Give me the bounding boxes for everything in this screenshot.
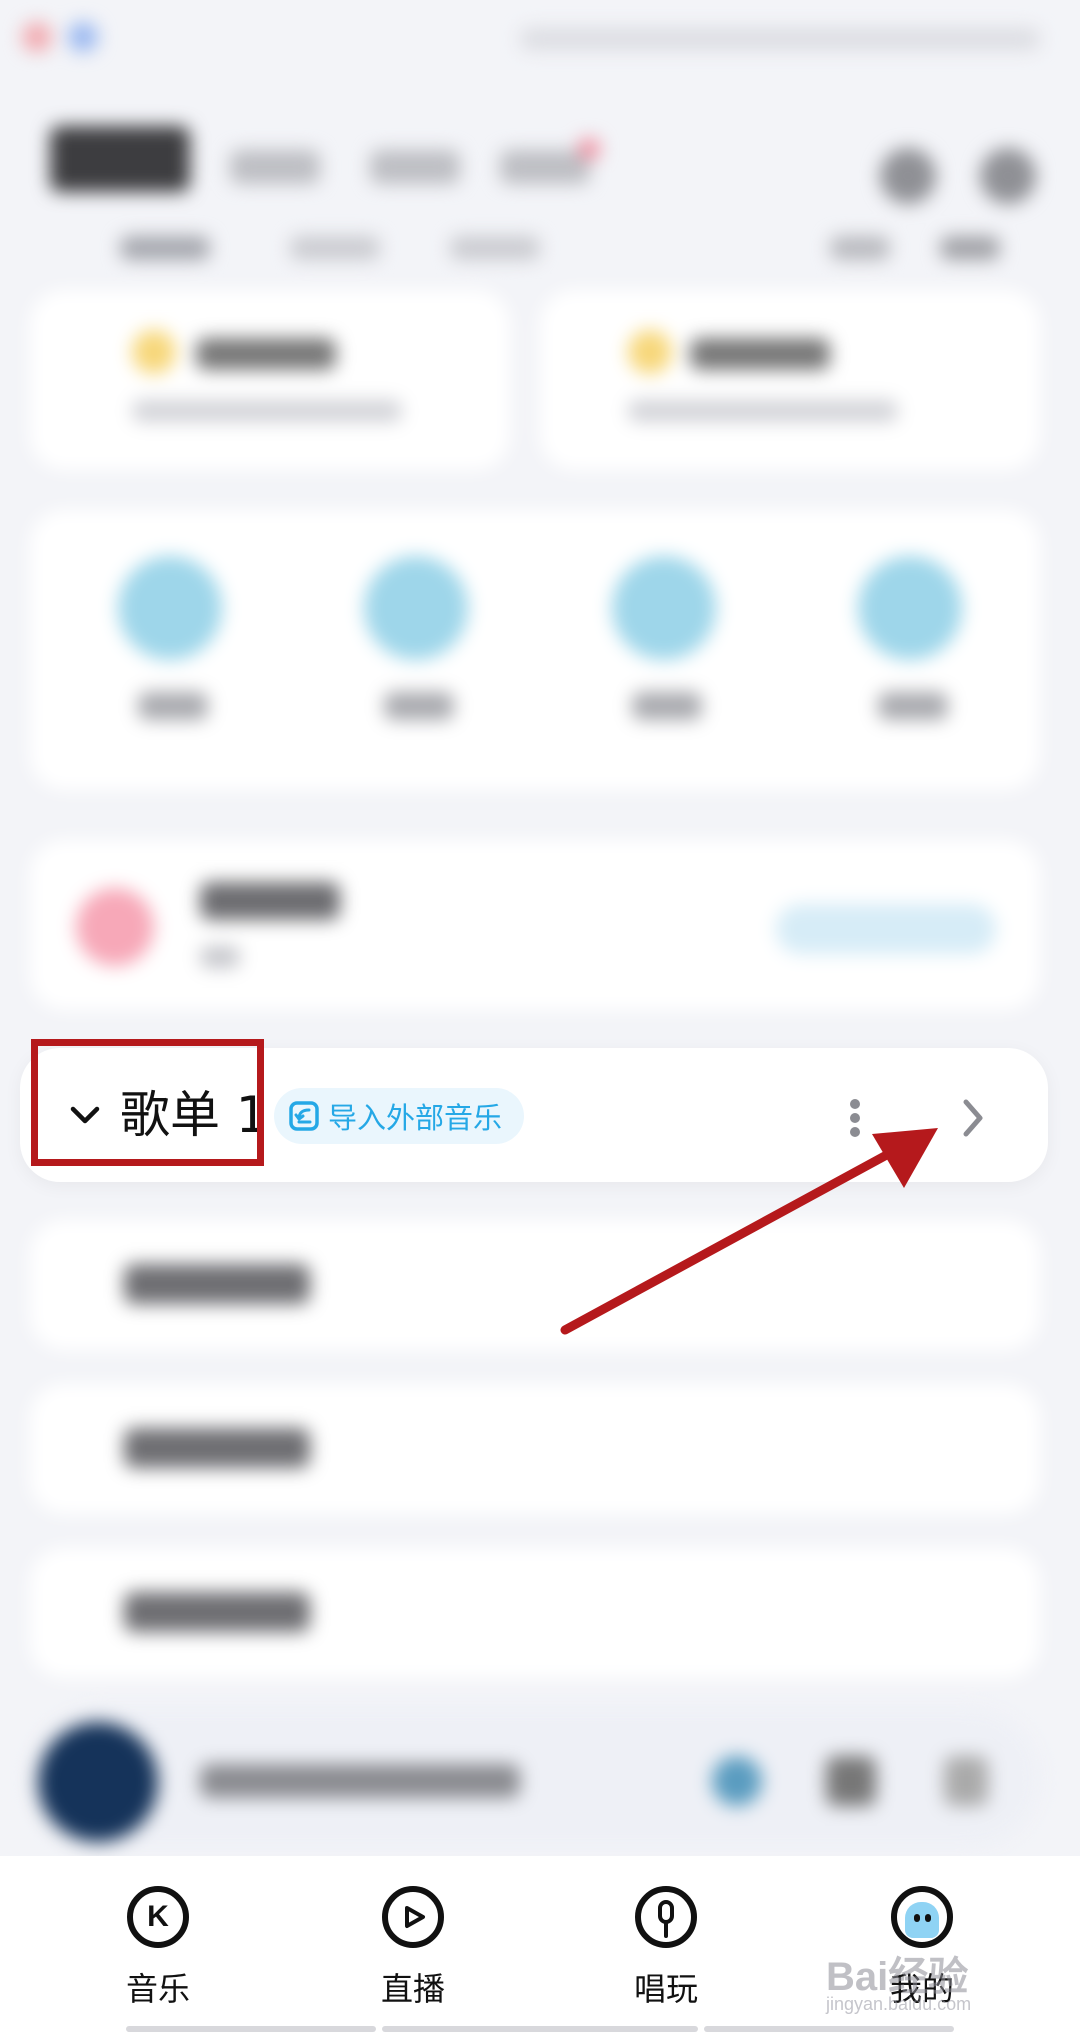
nav-live-tab[interactable]: 直播 (343, 1886, 483, 2010)
nav-music-tab[interactable]: K 音乐 (88, 1886, 228, 2010)
nav-sing-tab[interactable]: 唱玩 (596, 1886, 736, 2010)
nav-underline (126, 2026, 376, 2032)
play-bubble-icon (382, 1886, 444, 1948)
annotation-arrow (560, 1128, 938, 1335)
nav-underline (382, 2026, 698, 2032)
nav-music-label: 音乐 (125, 1970, 190, 2008)
microphone-icon (635, 1886, 697, 1948)
nav-underline (704, 2026, 954, 2032)
watermark-url: jingyan.baidu.com (826, 1994, 972, 2014)
ghost-face-icon (891, 1886, 953, 1948)
nav-sing-label: 唱玩 (633, 1970, 698, 2008)
k-icon: K (127, 1886, 189, 1948)
nav-live-label: 直播 (380, 1970, 445, 2008)
